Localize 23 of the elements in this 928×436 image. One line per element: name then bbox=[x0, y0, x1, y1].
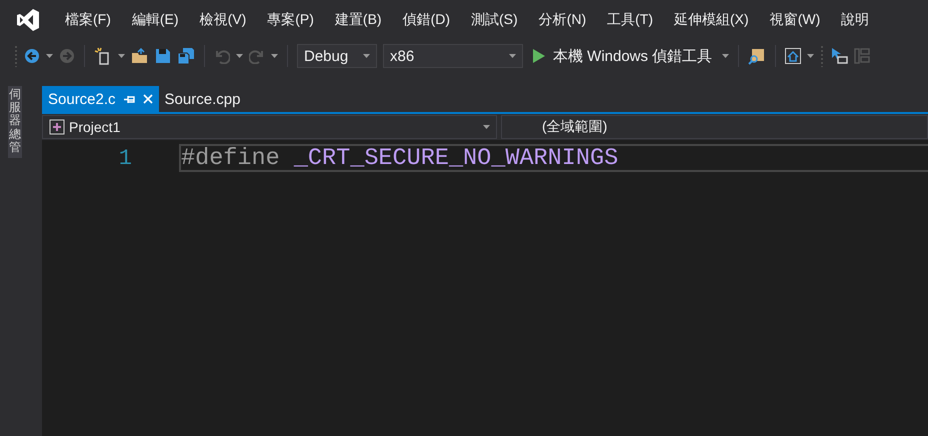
side-panel-tab[interactable]: 伺服器總管 bbox=[8, 86, 22, 158]
configuration-dropdown[interactable]: Debug bbox=[297, 44, 377, 68]
line-number: 1 bbox=[118, 146, 132, 170]
menu-item[interactable]: 檔案(F) bbox=[54, 11, 121, 29]
project-dropdown[interactable]: Project1 bbox=[42, 115, 497, 139]
menu-item[interactable]: 專案(P) bbox=[256, 11, 324, 29]
file-tab[interactable]: Source.cpp bbox=[158, 86, 246, 112]
menu-item[interactable]: 建置(B) bbox=[324, 11, 392, 29]
menu-item[interactable]: 分析(N) bbox=[528, 11, 596, 29]
menu-item[interactable]: 視窗(W) bbox=[758, 11, 830, 29]
menu-item[interactable]: 測試(S) bbox=[460, 11, 528, 29]
menu-item[interactable]: 延伸模組(X) bbox=[663, 11, 759, 29]
menu-item[interactable]: 編輯(E) bbox=[120, 11, 189, 29]
menu-item[interactable]: 工具(T) bbox=[596, 11, 664, 29]
start-debugging-button[interactable]: 本機 Windows 偵錯工具 bbox=[529, 44, 716, 68]
menu-item[interactable]: 說明 bbox=[830, 11, 880, 29]
scope-dropdown[interactable]: (全域範圍) bbox=[501, 115, 928, 139]
platform-dropdown[interactable]: x86 bbox=[383, 44, 523, 68]
preprocessor-keyword: #define bbox=[181, 144, 280, 172]
menu-item[interactable]: 檢視(V) bbox=[188, 11, 256, 29]
macro-name: _CRT_SECURE_NO_WARNINGS bbox=[294, 144, 618, 172]
menu-item[interactable]: 偵錯(D) bbox=[392, 11, 460, 29]
file-tab[interactable]: Source2.c bbox=[42, 86, 159, 112]
